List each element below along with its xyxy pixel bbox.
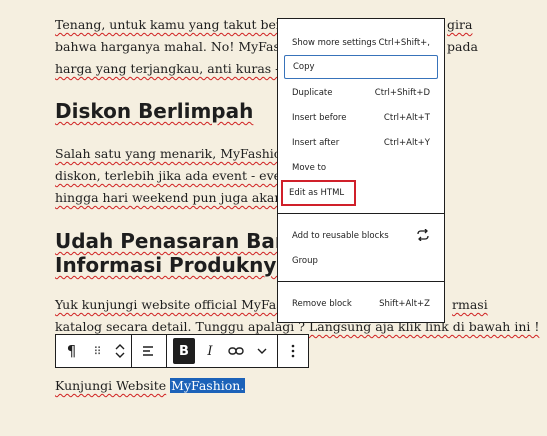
heading-diskon[interactable]: Diskon Berlimpah [55,99,253,123]
paragraph-4[interactable]: Kunjungi Website MyFashion. [55,375,246,397]
heading-penasaran-line-2[interactable]: Informasi Produknya [55,253,290,277]
reusable-block-icon [416,228,430,244]
paragraph-2-line-1[interactable]: Salah satu yang menarik, MyFashion se [55,143,307,165]
paragraph-1-line-2[interactable]: bahwa harganya mahal. No! MyFashion [55,36,308,58]
menu-item-remove-block[interactable]: Remove block Shift+Alt+Z [284,293,438,315]
heading-penasaran-line-1[interactable]: Udah Penasaran Banc [55,229,301,253]
paragraph-3-line-1[interactable]: Yuk kunjungi website official MyFashio [55,294,302,316]
more-options-icon[interactable] [282,338,304,364]
menu-item-show-more-settings[interactable]: Show more settings Ctrl+Shift+, [284,32,438,54]
paragraph-2-line-2[interactable]: diskon, terlebih jika ada event - event … [55,165,302,187]
paragraph-1-line-1-tail[interactable]: gira [447,14,472,36]
drag-handle-icon[interactable]: ⠿ [87,338,109,364]
link-icon[interactable] [225,338,247,364]
align-left-icon[interactable] [138,338,160,364]
menu-item-copy[interactable]: Copy [284,55,438,79]
menu-item-move-to[interactable]: Move to [284,157,438,179]
move-up-down-icon[interactable] [113,338,127,364]
menu-item-insert-before[interactable]: Insert before Ctrl+Alt+T [284,107,438,129]
menu-divider [278,281,444,282]
italic-button[interactable]: I [199,338,221,364]
paragraph-block-icon[interactable]: ¶ [61,338,83,364]
block-toolbar: ¶ ⠿ B I [55,334,309,368]
menu-item-duplicate[interactable]: Duplicate Ctrl+Shift+D [284,82,438,104]
paragraph-1-line-3[interactable]: harga yang terjangkau, anti kuras - kura [55,58,312,80]
paragraph-1-line-2-tail[interactable]: pada [447,36,478,58]
block-options-menu: Show more settings Ctrl+Shift+, Copy Dup… [277,18,445,323]
bold-button[interactable]: B [173,338,195,364]
paragraph-2-line-3[interactable]: hingga hari weekend pun juga akan ada [55,187,309,209]
menu-item-insert-after[interactable]: Insert after Ctrl+Alt+Y [284,132,438,154]
menu-item-add-to-reusable-blocks[interactable]: Add to reusable blocks [284,225,438,247]
paragraph-3-line-1-tail[interactable]: rmasi [452,294,488,316]
chevron-down-icon[interactable] [251,338,273,364]
selected-link-text[interactable]: MyFashion. [170,378,246,393]
menu-item-edit-as-html[interactable]: Edit as HTML [281,180,356,206]
menu-item-group[interactable]: Group [284,250,438,272]
menu-divider [278,213,444,214]
